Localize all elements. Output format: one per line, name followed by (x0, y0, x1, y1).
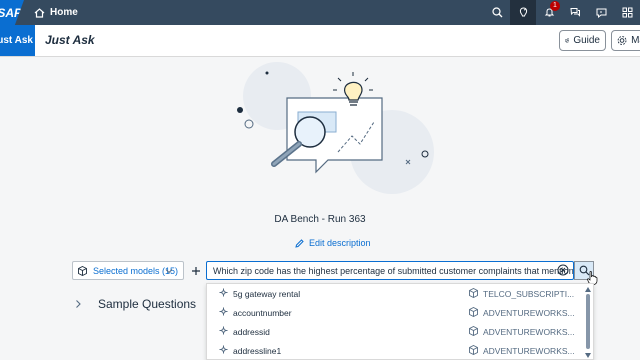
column-icon (219, 345, 228, 354)
shell-bar: SAP Home 1 (0, 0, 640, 25)
manage-label: Ma (631, 35, 640, 46)
cube-icon (469, 326, 478, 336)
suggestion-column: addressid (233, 327, 270, 337)
products-button[interactable] (614, 0, 640, 25)
manage-button[interactable]: Ma (611, 30, 640, 51)
suggestion-table: TELCO_SUBSCRIPTI... (483, 289, 575, 299)
home-label: Home (50, 7, 78, 18)
suggestion-table: ADVENTUREWORKS... (483, 346, 575, 356)
suggestion-item[interactable]: 5g gateway rental TELCO_SUBSCRIPTI... (207, 284, 583, 303)
feedback-icon (596, 8, 606, 18)
suggestion-column: addressline1 (233, 346, 282, 356)
chat-icon (569, 8, 580, 17)
cube-icon (469, 307, 478, 317)
gear-icon (617, 36, 627, 45)
home-icon (34, 7, 45, 18)
joule-button[interactable] (510, 0, 536, 25)
edit-description-label: Edit description (309, 238, 371, 248)
grid-icon (622, 7, 632, 18)
scroll-up-icon[interactable] (585, 287, 591, 292)
guide-label: Guide (573, 35, 600, 46)
scrollbar-thumb[interactable] (586, 294, 590, 349)
search-button[interactable] (484, 0, 510, 25)
sap-logo[interactable]: SAP (0, 0, 24, 25)
sample-questions-toggle[interactable]: Sample Questions (74, 297, 196, 311)
chevron-right-icon (76, 300, 81, 308)
app-header: Just Ask Just Ask Guide Ma (0, 25, 640, 57)
suggestion-column: accountnumber (233, 308, 292, 318)
app-tab[interactable]: Just Ask (0, 25, 35, 56)
joule-icon (519, 7, 527, 17)
column-icon (219, 307, 228, 316)
column-icon (219, 326, 228, 335)
suggestion-table: ADVENTUREWORKS... (483, 308, 575, 318)
notifications-button[interactable]: 1 (536, 0, 562, 25)
chevron-down-icon (165, 269, 173, 274)
suggestion-table: ADVENTUREWORKS... (483, 327, 575, 337)
pencil-icon (295, 238, 304, 248)
question-input[interactable]: Which zip code has the highest percentag… (206, 261, 574, 280)
clear-icon[interactable] (557, 264, 569, 276)
suggestion-item[interactable]: accountnumber ADVENTUREWORKS... (207, 303, 583, 322)
suggestion-dropdown: 5g gateway rental TELCO_SUBSCRIPTI... ac… (206, 283, 594, 360)
sample-questions-label: Sample Questions (98, 297, 197, 311)
chat-button[interactable] (562, 0, 588, 25)
cube-icon (78, 265, 87, 276)
feedback-button[interactable] (588, 0, 614, 25)
column-icon (219, 288, 228, 297)
search-icon (491, 7, 502, 18)
cube-icon (469, 288, 478, 298)
empty-state-illustration (237, 62, 434, 194)
cube-icon (469, 345, 478, 355)
suggestion-item[interactable]: addressid ADVENTUREWORKS... (207, 322, 583, 341)
guide-button[interactable]: Guide (559, 30, 606, 51)
notification-badge: 1 (550, 1, 560, 11)
suggestion-column: 5g gateway rental (233, 289, 301, 299)
guide-icon (565, 38, 570, 43)
suggestion-item[interactable]: addressline1 ADVENTUREWORKS... (207, 341, 583, 359)
run-title: DA Bench - Run 363 (274, 214, 366, 225)
page-title: Just Ask (45, 33, 95, 47)
edit-description-link[interactable]: Edit description (295, 238, 371, 248)
models-select[interactable]: Selected models (15) (72, 261, 184, 280)
home-link[interactable]: Home (34, 7, 78, 18)
scroll-down-icon[interactable] (585, 353, 591, 358)
plus-icon (192, 266, 200, 275)
add-button[interactable] (188, 261, 204, 280)
